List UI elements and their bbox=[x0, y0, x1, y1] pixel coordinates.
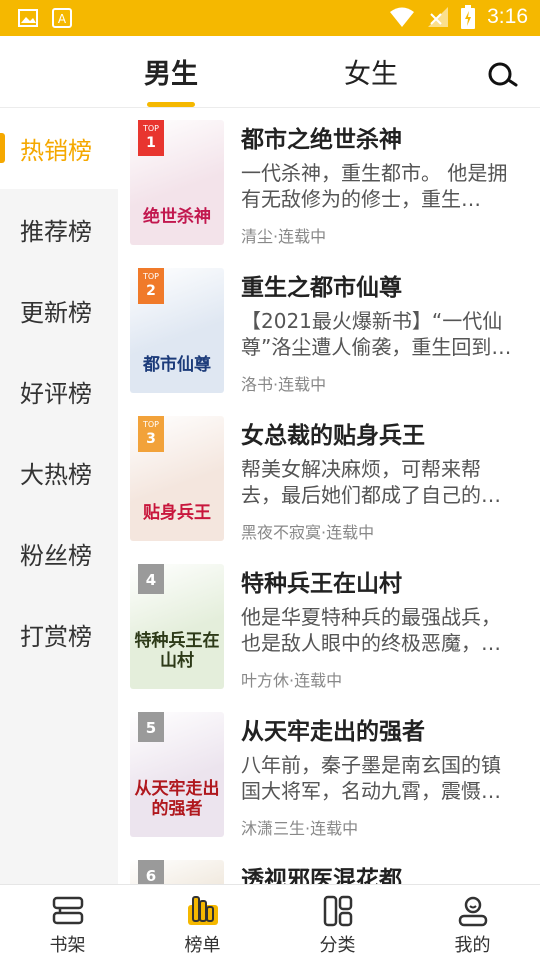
rank-number: 2 bbox=[146, 283, 156, 299]
book-item-2[interactable]: TOP 2 都市仙尊 重生之都市仙尊 【2021最火爆新书】“一代仙尊”洛尘遭人… bbox=[130, 268, 530, 398]
search-button[interactable] bbox=[486, 58, 520, 92]
book-item-5[interactable]: 5 从天牢走出的强者 从天牢走出的强者 八年前，秦子墨是南玄国的镇国大将军，名动… bbox=[130, 712, 530, 842]
top-header: 男生 女生 bbox=[0, 36, 540, 108]
book-title[interactable]: 从天牢走出的强者 bbox=[241, 712, 531, 746]
book-description: 他是华夏特种兵的最强战兵，也是敌人眼中的终极恶魔，… bbox=[241, 605, 501, 655]
book-cover[interactable]: 6 bbox=[130, 860, 224, 884]
tab-male[interactable]: 男生 bbox=[144, 52, 198, 91]
sidebar-item-top-rated[interactable]: 好评榜 bbox=[0, 351, 118, 432]
sidebar-item-trending[interactable]: 大热榜 bbox=[0, 432, 118, 513]
book-meta: 洛书·连载中 bbox=[241, 375, 327, 394]
sidebar-item-updated[interactable]: 更新榜 bbox=[0, 270, 118, 351]
battery-icon bbox=[461, 5, 476, 29]
nav-ranking[interactable]: 榜单 bbox=[135, 885, 270, 961]
rank-prefix: TOP bbox=[142, 124, 159, 133]
ranking-sidebar: 热销榜 推荐榜 更新榜 好评榜 大热榜 粉丝榜 打赏榜 bbox=[0, 108, 118, 884]
nav-bookshelf[interactable]: 书架 bbox=[0, 885, 135, 961]
status-time: 3:16 bbox=[487, 5, 528, 28]
book-cover[interactable]: 4 特种兵王在山村 bbox=[130, 564, 224, 689]
book-item-3[interactable]: TOP 3 贴身兵王 女总裁的贴身兵王 帮美女解决麻烦，可帮来帮去，最后她们都成… bbox=[130, 416, 530, 546]
cover-title: 都市仙尊 bbox=[143, 355, 211, 375]
rank-badge: 5 bbox=[138, 712, 164, 742]
book-cover[interactable]: TOP 3 贴身兵王 bbox=[130, 416, 224, 541]
status-bar: A 3:16 bbox=[0, 0, 540, 36]
book-title[interactable]: 重生之都市仙尊 bbox=[241, 268, 531, 302]
active-tab-indicator bbox=[147, 102, 195, 107]
book-item-1[interactable]: TOP 1 绝世杀神 都市之绝世杀神 一代杀神，重生都市。 他是拥有无敌修为的修… bbox=[130, 120, 530, 250]
book-title[interactable]: 特种兵王在山村 bbox=[241, 564, 531, 598]
bottom-navigation: 书架 榜单 分类 我的 bbox=[0, 884, 540, 960]
sidebar-item-tips[interactable]: 打赏榜 bbox=[0, 594, 118, 675]
sidebar-item-recommended[interactable]: 推荐榜 bbox=[0, 189, 118, 270]
book-meta: 叶方休·连载中 bbox=[241, 671, 343, 690]
category-icon bbox=[323, 895, 352, 927]
rank-prefix: TOP bbox=[142, 272, 159, 281]
rank-badge: TOP 2 bbox=[138, 268, 164, 304]
wifi-icon bbox=[390, 7, 415, 27]
search-icon bbox=[488, 62, 518, 87]
nav-label: 榜单 bbox=[184, 935, 221, 956]
rank-prefix: TOP bbox=[142, 420, 159, 429]
book-meta: 黑夜不寂寞·连载中 bbox=[241, 523, 375, 542]
rank-badge: 6 bbox=[138, 860, 164, 884]
book-cover[interactable]: 5 从天牢走出的强者 bbox=[130, 712, 224, 837]
bookshelf-icon bbox=[52, 896, 83, 925]
ranking-icon bbox=[187, 896, 218, 925]
book-description: 【2021最火爆新书】“一代仙尊”洛尘遭人偷袭，重生回到… bbox=[241, 309, 512, 359]
sidebar-item-fans[interactable]: 粉丝榜 bbox=[0, 513, 118, 594]
book-title[interactable]: 都市之绝世杀神 bbox=[241, 120, 531, 154]
cover-title: 绝世杀神 bbox=[143, 207, 211, 227]
nav-label: 分类 bbox=[319, 935, 356, 956]
signal-icon bbox=[428, 7, 449, 27]
book-description: 帮美女解决麻烦，可帮来帮去，最后她们都成了自己的… bbox=[241, 457, 501, 507]
tab-female[interactable]: 女生 bbox=[344, 52, 398, 91]
book-list: TOP 1 绝世杀神 都市之绝世杀神 一代杀神，重生都市。 他是拥有无敌修为的修… bbox=[118, 108, 540, 884]
book-cover[interactable]: TOP 1 绝世杀神 bbox=[130, 120, 224, 245]
book-meta: 清尘·连载中 bbox=[241, 227, 327, 246]
app-notification-icon: A bbox=[52, 8, 72, 28]
rank-badge: TOP 3 bbox=[138, 416, 164, 452]
book-description: 一代杀神，重生都市。 他是拥有无敌修为的修士，重生… bbox=[241, 161, 508, 211]
cover-title: 从天牢走出的强者 bbox=[134, 779, 220, 819]
book-item-4[interactable]: 4 特种兵王在山村 特种兵王在山村 他是华夏特种兵的最强战兵，也是敌人眼中的终极… bbox=[130, 564, 530, 694]
rank-badge: 4 bbox=[138, 564, 164, 594]
nav-category[interactable]: 分类 bbox=[270, 885, 405, 961]
book-meta: 沐潇三生·连载中 bbox=[241, 819, 359, 838]
svg-text:A: A bbox=[58, 12, 67, 26]
rank-number: 1 bbox=[146, 135, 156, 151]
rank-badge: TOP 1 bbox=[138, 120, 164, 156]
book-item-6[interactable]: 6 透视邪医混花都 bbox=[130, 860, 530, 884]
nav-profile[interactable]: 我的 bbox=[405, 885, 540, 961]
sidebar-item-hot-sales[interactable]: 热销榜 bbox=[0, 108, 118, 189]
cover-title: 贴身兵王 bbox=[143, 503, 211, 523]
nav-label: 书架 bbox=[49, 935, 86, 956]
book-cover[interactable]: TOP 2 都市仙尊 bbox=[130, 268, 224, 393]
book-title[interactable]: 透视邪医混花都 bbox=[241, 860, 531, 884]
profile-icon bbox=[458, 896, 487, 927]
gallery-icon bbox=[18, 9, 38, 27]
nav-label: 我的 bbox=[454, 935, 491, 956]
rank-number: 3 bbox=[146, 431, 156, 447]
cover-title: 特种兵王在山村 bbox=[134, 631, 220, 671]
book-description: 八年前，秦子墨是南玄国的镇国大将军，名动九霄，震慑… bbox=[241, 753, 501, 803]
book-title[interactable]: 女总裁的贴身兵王 bbox=[241, 416, 531, 450]
